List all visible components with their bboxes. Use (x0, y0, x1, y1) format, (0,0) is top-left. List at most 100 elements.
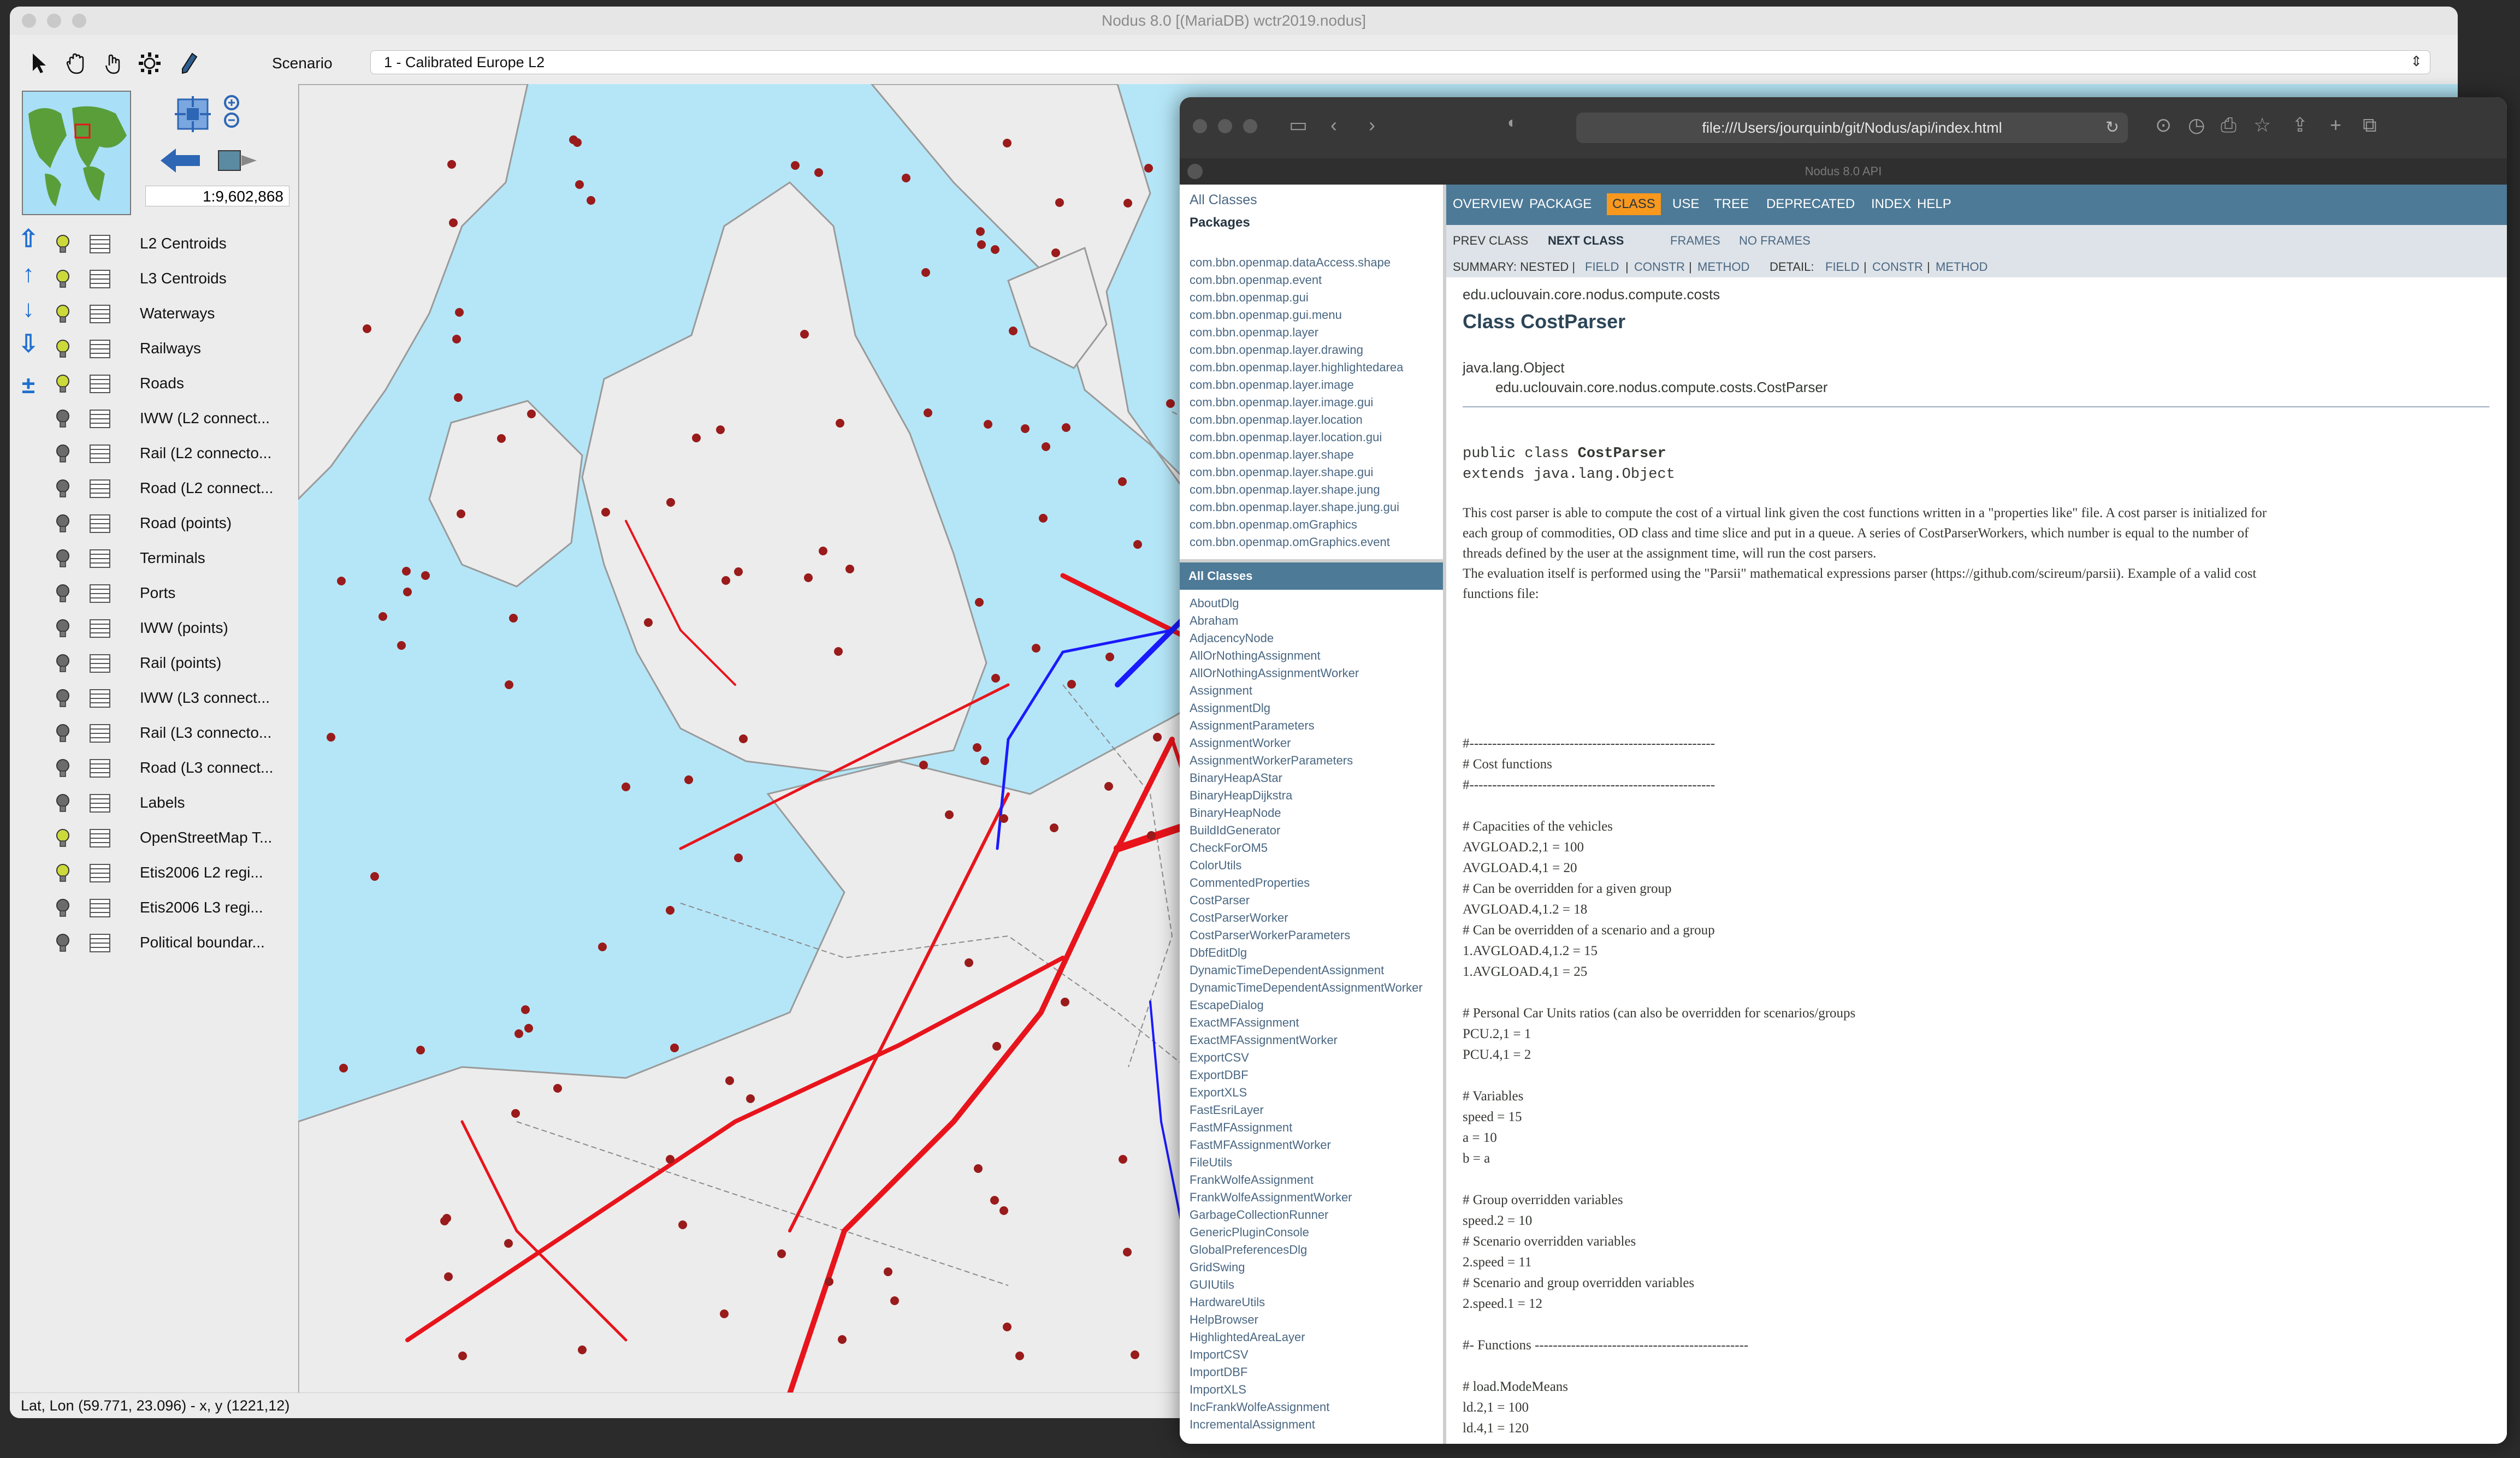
select-pointer-icon[interactable] (26, 51, 50, 75)
visibility-bulb-icon[interactable] (55, 793, 71, 814)
package-link[interactable]: com.bbn.openmap.event (1190, 273, 1322, 287)
layer-table-icon[interactable] (90, 514, 110, 533)
browser-minimize-button[interactable] (1218, 119, 1232, 133)
visibility-bulb-icon[interactable] (55, 548, 71, 569)
class-link[interactable]: IncrementalAssignment (1190, 1418, 1315, 1432)
class-link[interactable]: DynamicTimeDependentAssignmentWorker (1190, 981, 1423, 995)
visibility-bulb-icon[interactable] (55, 374, 71, 394)
nav-tree[interactable]: TREE (1714, 197, 1749, 212)
class-link[interactable]: CostParser (1190, 893, 1250, 908)
layer-table-icon[interactable] (90, 444, 110, 463)
package-link[interactable]: com.bbn.openmap.layer (1190, 325, 1318, 340)
package-link[interactable]: com.bbn.openmap.layer.highlightedarea (1190, 360, 1403, 375)
layer-table-icon[interactable] (90, 340, 110, 358)
nav-index[interactable]: INDEX (1871, 197, 1911, 212)
class-link[interactable]: AssignmentWorkerParameters (1190, 754, 1353, 768)
class-link[interactable]: DynamicTimeDependentAssignment (1190, 963, 1384, 977)
layer-table-icon[interactable] (90, 305, 110, 323)
zoom-in-out-icon[interactable] (221, 93, 248, 131)
visibility-bulb-icon[interactable] (55, 513, 71, 534)
layer-row[interactable]: Road (L3 connect... (10, 750, 298, 785)
package-link[interactable]: com.bbn.openmap.layer.shape.jung (1190, 483, 1380, 497)
class-link[interactable]: AdjacencyNode (1190, 631, 1274, 645)
class-link[interactable]: AssignmentParameters (1190, 719, 1315, 733)
layer-row[interactable]: Etis2006 L2 regi... (10, 855, 298, 890)
layer-table-icon[interactable] (90, 584, 110, 603)
bookmark-star-icon[interactable]: ☆ (2253, 114, 2271, 137)
print-icon[interactable]: ⎙ (2221, 114, 2237, 137)
layer-table-icon[interactable] (90, 479, 110, 498)
gesture-hand-icon[interactable] (102, 51, 126, 75)
browser-close-button[interactable] (1193, 119, 1207, 133)
class-link[interactable]: FileUtils (1190, 1155, 1232, 1170)
visibility-bulb-icon[interactable] (55, 583, 71, 604)
layer-row[interactable]: Roads (10, 366, 298, 401)
class-link[interactable]: BinaryHeapAStar (1190, 771, 1282, 785)
no-frames-link[interactable]: NO FRAMES (1739, 234, 1811, 248)
package-link[interactable]: com.bbn.openmap.dataAccess.shape (1190, 256, 1391, 270)
visibility-bulb-icon[interactable] (55, 339, 71, 359)
class-link[interactable]: ImportDBF (1190, 1365, 1247, 1379)
layer-row[interactable]: Waterways (10, 296, 298, 331)
sidebar-toggle-icon[interactable]: ▭ (1289, 114, 1308, 137)
back-arrow-icon[interactable] (158, 145, 202, 176)
package-link[interactable]: com.bbn.openmap.layer.location (1190, 413, 1363, 427)
layer-row[interactable]: Railways (10, 331, 298, 366)
layer-table-icon[interactable] (90, 759, 110, 778)
zoom-full-extent-icon[interactable] (174, 95, 212, 133)
layer-row[interactable]: Rail (L3 connecto... (10, 715, 298, 750)
overview-map[interactable] (22, 91, 131, 215)
tab-title[interactable]: Nodus 8.0 API (1180, 158, 2507, 185)
summary-field-link[interactable]: FIELD (1585, 260, 1619, 274)
class-link[interactable]: FastMFAssignment (1190, 1121, 1292, 1135)
class-link[interactable]: GUIUtils (1190, 1278, 1234, 1292)
class-link[interactable]: GarbageCollectionRunner (1190, 1208, 1328, 1222)
package-link[interactable]: com.bbn.openmap.gui.menu (1190, 308, 1342, 322)
privacy-icon[interactable]: ◐ (1507, 114, 1517, 132)
package-link[interactable]: com.bbn.openmap.layer.shape (1190, 448, 1354, 462)
layer-row[interactable]: Rail (points) (10, 645, 298, 680)
layer-row[interactable]: IWW (L2 connect... (10, 401, 298, 436)
class-link[interactable]: FrankWolfeAssignmentWorker (1190, 1190, 1352, 1205)
visibility-bulb-icon[interactable] (55, 304, 71, 324)
downloads-icon[interactable]: ⊙ (2155, 114, 2172, 137)
visibility-bulb-icon[interactable] (55, 443, 71, 464)
class-link[interactable]: ExactMFAssignment (1190, 1016, 1299, 1030)
layer-row[interactable]: OpenStreetMap T... (10, 820, 298, 855)
visibility-bulb-icon[interactable] (55, 688, 71, 709)
detail-constr-link[interactable]: CONSTR (1872, 260, 1923, 274)
share-icon[interactable]: ⇪ (2292, 114, 2308, 137)
class-link[interactable]: ExportDBF (1190, 1068, 1249, 1082)
nav-class[interactable]: CLASS (1607, 193, 1661, 215)
class-link[interactable]: CostParserWorker (1190, 911, 1288, 925)
package-link[interactable]: com.bbn.openmap.gui (1190, 291, 1309, 305)
layer-row[interactable]: Road (points) (10, 506, 298, 541)
layer-table-icon[interactable] (90, 410, 110, 428)
class-link[interactable]: AllOrNothingAssignmentWorker (1190, 666, 1359, 680)
package-link[interactable]: com.bbn.openmap.omGraphics.event (1190, 535, 1390, 549)
layer-row[interactable]: L3 Centroids (10, 261, 298, 296)
nav-use[interactable]: USE (1672, 197, 1699, 212)
layer-row[interactable]: Rail (L2 connecto... (10, 436, 298, 471)
visibility-bulb-icon[interactable] (55, 408, 71, 429)
class-link[interactable]: FastEsriLayer (1190, 1103, 1264, 1117)
layer-row[interactable]: Road (L2 connect... (10, 471, 298, 506)
layer-table-icon[interactable] (90, 689, 110, 708)
layer-row[interactable]: IWW (points) (10, 611, 298, 645)
class-link[interactable]: HardwareUtils (1190, 1295, 1265, 1309)
class-link[interactable]: CommentedProperties (1190, 876, 1310, 890)
nav-overview[interactable]: OVERVIEW (1453, 197, 1523, 212)
address-bar[interactable]: file:///Users/jourquinb/git/Nodus/api/in… (1576, 112, 2128, 143)
class-link[interactable]: HighlightedAreaLayer (1190, 1330, 1305, 1344)
layer-row[interactable]: L2 Centroids (10, 226, 298, 261)
package-link[interactable]: com.bbn.openmap.layer.drawing (1190, 343, 1363, 357)
layer-table-icon[interactable] (90, 235, 110, 253)
class-link[interactable]: ExactMFAssignmentWorker (1190, 1033, 1338, 1047)
class-link[interactable]: DbfEditDlg (1190, 946, 1247, 960)
layer-table-icon[interactable] (90, 654, 110, 673)
layer-row[interactable]: IWW (L3 connect... (10, 680, 298, 715)
frames-link[interactable]: FRAMES (1670, 234, 1720, 248)
layer-table-icon[interactable] (90, 794, 110, 813)
visibility-bulb-icon[interactable] (55, 723, 71, 744)
visibility-bulb-icon[interactable] (55, 269, 71, 289)
